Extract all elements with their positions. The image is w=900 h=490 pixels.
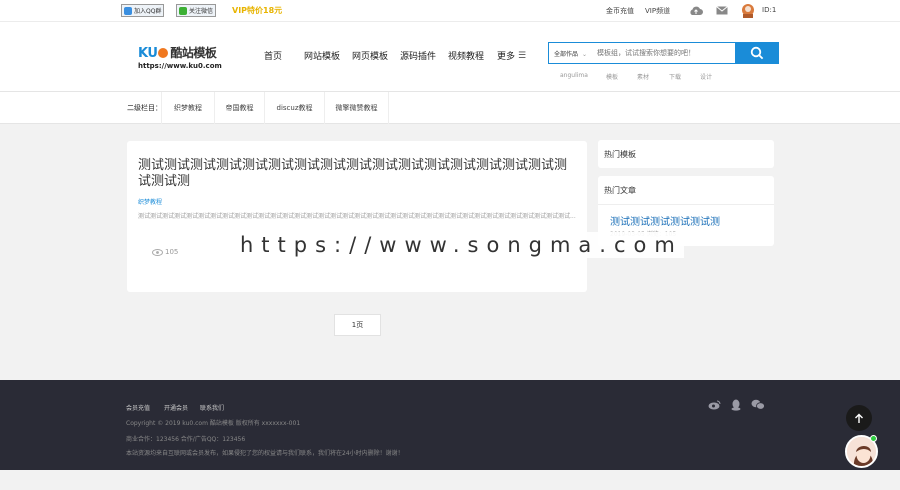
footer-contact: 商业合作：123456 合作/广告QQ：123456 <box>126 436 246 443</box>
chevron-down-icon: ⌄ <box>581 51 587 58</box>
hot-article-link[interactable]: 测试测试测试测试测试测 <box>610 213 720 228</box>
nav-web-templates[interactable]: 网页模板 <box>352 49 388 62</box>
nav-source-plugins[interactable]: 源码插件 <box>400 49 436 62</box>
user-avatar[interactable] <box>741 3 755 18</box>
footer-notice: 本站资源均来自互联网或会员发布，如果侵犯了您的权益请与我们联系，我们将在24小时… <box>126 450 404 457</box>
logo-url: https://www.ku0.com <box>138 62 222 70</box>
article-title[interactable]: 测试测试测试测试测试测试测试测试测试测试测试测试测试测试测试测试测试测试测 <box>138 158 578 190</box>
search-icon <box>750 46 764 60</box>
arrow-up-icon <box>855 413 863 423</box>
divider <box>598 204 774 205</box>
qq-group-button[interactable]: 加入QQ群 <box>121 4 165 17</box>
footer-link-contact[interactable]: 联系我们 <box>200 403 224 412</box>
subnav-label: 二级栏目： <box>127 104 162 112</box>
hot-templates-panel: 热门模板 <box>598 140 774 168</box>
search-bar: 全部作品 ⌄ <box>548 42 779 64</box>
cloud-upload-icon[interactable] <box>689 5 703 18</box>
logo[interactable]: KU 酷站模板 https://www.ku0.com <box>138 44 222 70</box>
hot-keyword[interactable]: 下载 <box>669 72 681 81</box>
subnav-item-weiqing[interactable]: 微擎微赞教程 <box>324 92 389 124</box>
logo-o-icon <box>158 48 169 58</box>
hot-articles-title: 热门文章 <box>604 186 636 195</box>
weibo-icon[interactable] <box>708 399 721 412</box>
nav-video-tutorials[interactable]: 视频教程 <box>448 49 484 62</box>
search-category-label: 全部作品 <box>554 51 579 58</box>
nav-home[interactable]: 首页 <box>264 49 282 62</box>
mail-icon[interactable] <box>716 6 728 17</box>
back-to-top-button[interactable] <box>846 405 872 431</box>
menu-icon: ☰ <box>518 50 527 61</box>
footer-copyright: Copyright © 2019 ku0.com 酷站模板 版权所有 xxxxx… <box>126 420 301 427</box>
article-category[interactable]: 织梦教程 <box>138 197 162 206</box>
wechat-follow-button[interactable]: 关注微信 <box>176 4 217 17</box>
article-excerpt: 测试测试测试测试测试测试测试测试测试测试测试测试测试测试测试测试测试测试测试测试… <box>138 213 576 220</box>
recharge-link[interactable]: 金币充值 <box>606 6 634 16</box>
logo-name: 酷站模板 <box>170 46 217 60</box>
view-count-value: 105 <box>165 248 179 256</box>
qq-icon[interactable] <box>731 399 741 413</box>
search-button[interactable] <box>735 42 779 64</box>
eye-icon <box>152 248 163 256</box>
logo-brand: KU <box>138 46 158 61</box>
hot-keyword[interactable]: 素材 <box>637 72 649 81</box>
wechat-icon[interactable] <box>751 399 765 412</box>
subnav-item-empire[interactable]: 帝国教程 <box>214 92 264 124</box>
qq-group-label: 加入QQ群 <box>134 8 162 15</box>
subnav-item-dede[interactable]: 织梦教程 <box>161 92 214 124</box>
hot-keyword[interactable]: 设计 <box>700 72 712 81</box>
search-category-select[interactable]: 全部作品 ⌄ <box>554 49 587 58</box>
vip-channel-link[interactable]: VIP频道 <box>645 6 670 16</box>
pagination-current[interactable]: 1页 <box>334 314 381 336</box>
nav-more-label: 更多 <box>497 52 516 62</box>
hot-keyword[interactable]: angulima <box>560 72 588 79</box>
vip-promo-link[interactable]: VIP特价18元 <box>232 5 282 16</box>
subnav-item-discuz[interactable]: discuz教程 <box>264 92 324 124</box>
hot-keyword[interactable]: 模板 <box>606 72 618 81</box>
hot-templates-title: 热门模板 <box>604 150 636 159</box>
nav-more[interactable]: 更多 ☰ <box>497 49 527 63</box>
footer-link-vip[interactable]: 开通会员 <box>164 403 188 412</box>
footer-link-recharge[interactable]: 会员充值 <box>126 403 150 412</box>
search-input[interactable] <box>597 46 732 60</box>
online-status-dot <box>870 435 877 442</box>
nav-website-templates[interactable]: 网站模板 <box>304 49 340 62</box>
watermark: https://www.songma.com <box>240 232 684 258</box>
view-count: 105 <box>152 248 178 256</box>
wechat-icon <box>179 6 187 15</box>
qq-icon <box>124 6 132 15</box>
wechat-follow-label: 关注微信 <box>189 8 214 15</box>
user-id[interactable]: ID:1 <box>762 6 776 14</box>
